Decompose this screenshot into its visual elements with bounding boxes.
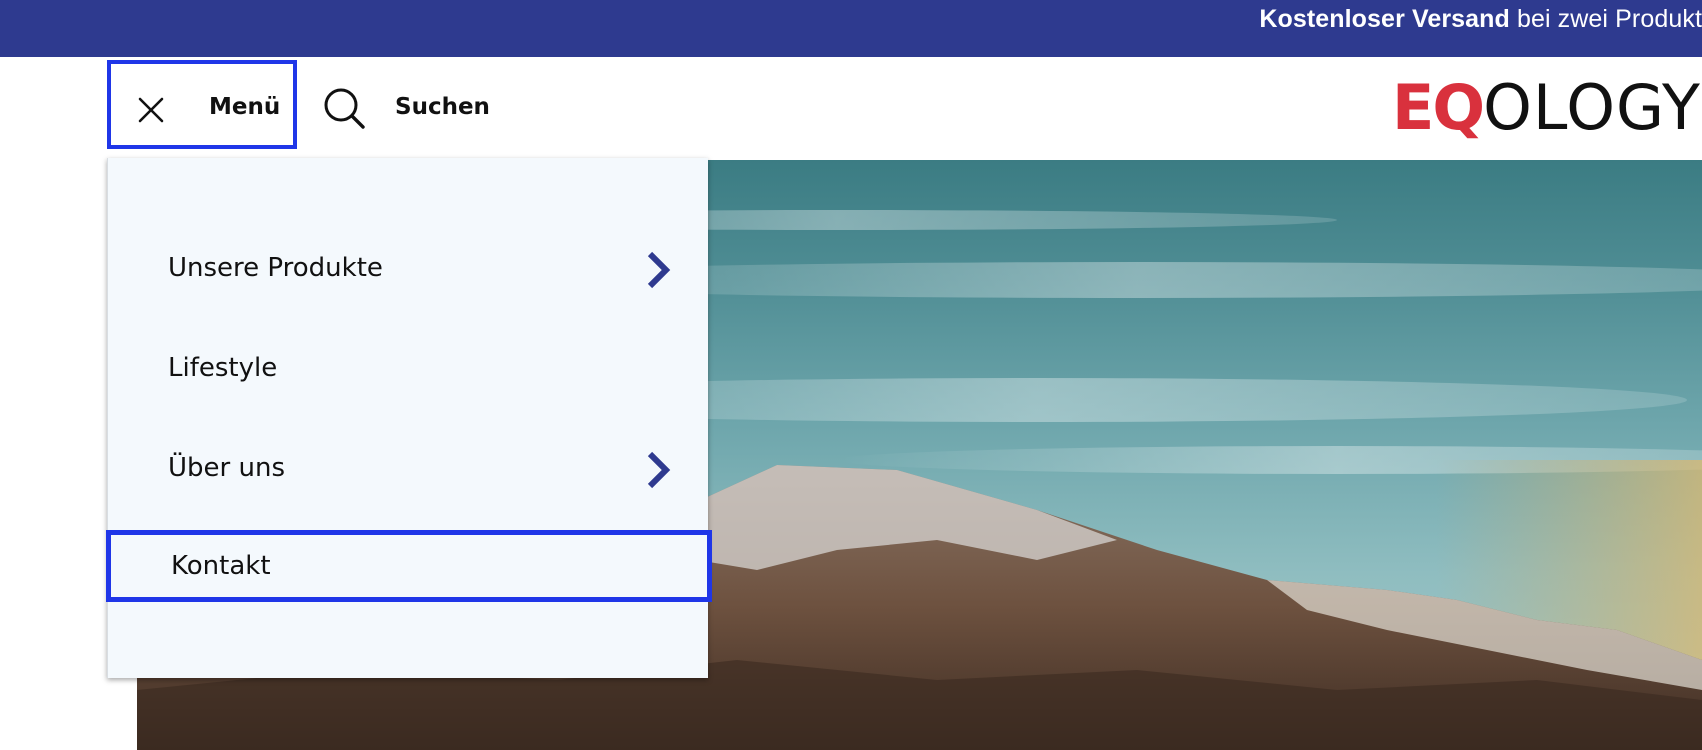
chevron-right-icon bbox=[647, 251, 671, 289]
navigation-menu-panel: Unsere Produkte Lifestyle Über uns Konta… bbox=[106, 158, 712, 678]
promo-bold: Kostenloser Versand bbox=[1259, 5, 1510, 33]
search-icon[interactable] bbox=[322, 86, 366, 130]
menu-item-ueber-uns[interactable]: Über uns bbox=[108, 432, 708, 504]
brand-logo[interactable]: EQ OLOGY bbox=[1392, 71, 1701, 144]
logo-eq: EQ bbox=[1392, 71, 1485, 144]
menu-item-label: Lifestyle bbox=[168, 353, 278, 383]
menu-item-label: Über uns bbox=[168, 453, 285, 483]
menu-toggle-button[interactable]: Menü bbox=[107, 60, 297, 149]
menu-item-label: Kontakt bbox=[171, 551, 271, 581]
search-button[interactable]: Suchen bbox=[395, 94, 490, 120]
chevron-right-icon bbox=[647, 451, 671, 489]
promo-text: Kostenloser Versand bei zwei Produkt bbox=[1259, 3, 1702, 35]
menu-item-lifestyle[interactable]: Lifestyle bbox=[108, 332, 708, 404]
promo-rest: bei zwei Produkt bbox=[1509, 5, 1702, 33]
menu-item-label: Unsere Produkte bbox=[168, 253, 383, 283]
logo-rest: OLOGY bbox=[1483, 71, 1701, 144]
menu-item-unsere-produkte[interactable]: Unsere Produkte bbox=[108, 232, 708, 304]
menu-label: Menü bbox=[209, 94, 281, 120]
close-icon bbox=[138, 97, 164, 123]
promo-banner: Kostenloser Versand bei zwei Produkt bbox=[0, 0, 1702, 57]
menu-item-kontakt[interactable]: Kontakt bbox=[106, 530, 712, 602]
